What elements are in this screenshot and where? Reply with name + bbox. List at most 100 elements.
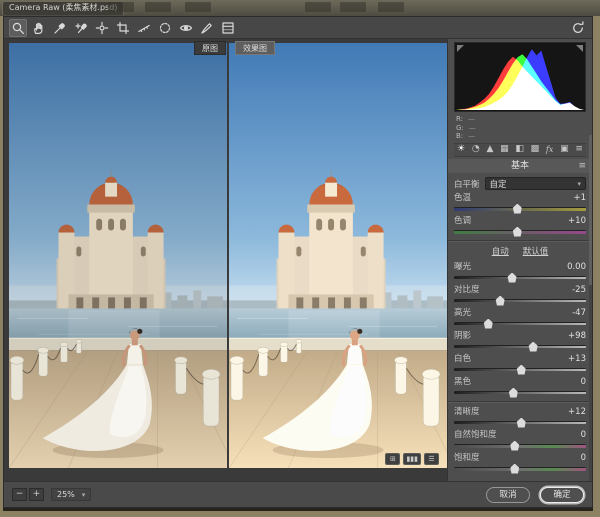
white-balance-value: 自定 (490, 178, 507, 190)
tab-effects-icon[interactable]: fx (546, 143, 553, 156)
tab-hsl-grayscale-icon[interactable]: ▦ (500, 143, 509, 156)
saturation-slider-thumb[interactable] (510, 464, 519, 474)
tab-camera-calibration-icon[interactable]: ▣ (560, 143, 569, 156)
targeted-adjustment-tool[interactable] (93, 19, 111, 37)
tint-label: 色调 (454, 214, 471, 226)
highlights-label: 高光 (454, 306, 471, 318)
auto-link[interactable]: 自动 (492, 245, 509, 257)
panel-menu-icon[interactable]: ≡ (578, 159, 586, 173)
highlights-slider-track[interactable] (454, 322, 586, 325)
panel-scrollbar-thumb[interactable] (589, 135, 592, 285)
saturation-value[interactable]: 0 (581, 453, 586, 463)
straighten-tool[interactable] (135, 19, 153, 37)
preview-menu-button[interactable]: ☰ (424, 453, 439, 465)
contrast-slider-thumb[interactable] (496, 296, 505, 306)
saturation-slider: 饱和度0 (454, 452, 586, 475)
white-balance-row: 白平衡 自定 ▾ (454, 176, 586, 192)
whites-slider-thumb[interactable] (517, 365, 526, 375)
white-balance-tool[interactable] (51, 19, 69, 37)
hand-tool[interactable] (30, 19, 48, 37)
exposure-value[interactable]: 0.00 (567, 262, 586, 272)
adjustment-brush-tool[interactable] (198, 19, 216, 37)
histogram-chart (456, 46, 584, 110)
effect-image (229, 43, 447, 468)
shadows-slider-thumb[interactable] (529, 342, 538, 352)
vibrance-value[interactable]: 0 (581, 430, 586, 440)
white-balance-select[interactable]: 自定 ▾ (485, 177, 586, 190)
background-artifact (305, 2, 331, 12)
tint-slider-thumb[interactable] (513, 227, 522, 237)
zoom-level-select[interactable]: 25% ▾ (51, 488, 91, 501)
tab-split-toning-icon[interactable]: ◧ (515, 143, 524, 156)
temperature-slider-thumb[interactable] (513, 204, 522, 214)
zoom-out-button[interactable]: − (12, 488, 27, 501)
desktop-background: Camera Raw (柔焦素材.psd) (0, 0, 600, 16)
tab-lens-corrections-icon[interactable]: ▩ (531, 143, 540, 156)
vibrance-slider: 自然饱和度0 (454, 429, 586, 452)
default-link[interactable]: 默认值 (523, 245, 549, 257)
zoom-in-button[interactable]: + (29, 488, 44, 501)
tint-value[interactable]: +10 (568, 216, 586, 226)
blacks-value[interactable]: 0 (581, 377, 586, 387)
tab-basic-icon[interactable]: ☀ (457, 143, 465, 156)
exposure-slider-track[interactable] (454, 276, 586, 279)
tint-slider-track[interactable] (454, 230, 586, 234)
crop-tool[interactable] (114, 19, 132, 37)
vibrance-slider-track[interactable] (454, 444, 586, 448)
graduated-filter-tool[interactable] (219, 19, 237, 37)
red-eye-tool[interactable] (177, 19, 195, 37)
effect-image-pane[interactable] (229, 43, 447, 468)
background-artifact (378, 2, 404, 12)
cancel-button[interactable]: 取消 (486, 487, 530, 503)
clarity-slider: 清晰度+12 (454, 406, 586, 429)
channel-label: G: (456, 124, 464, 133)
view-toggle-group: ⊞▮▮▮☰ (385, 453, 439, 465)
contrast-value[interactable]: -25 (572, 285, 586, 295)
exposure-slider-thumb[interactable] (508, 273, 517, 283)
rotate-right-icon[interactable] (569, 19, 587, 37)
chevron-down-icon: ▾ (577, 180, 581, 188)
color-sampler-tool[interactable] (72, 19, 90, 37)
histogram[interactable] (454, 42, 586, 112)
blacks-slider-track[interactable] (454, 391, 586, 394)
temperature-slider-track[interactable] (454, 207, 586, 211)
exposure-label: 曝光 (454, 260, 471, 272)
shadows-value[interactable]: +98 (568, 331, 586, 341)
blacks-slider-thumb[interactable] (509, 388, 518, 398)
before-after-views-button[interactable]: ▮▮▮ (403, 453, 421, 465)
tab-tone-curve-icon[interactable]: ◔ (472, 143, 480, 156)
divider (448, 401, 592, 403)
original-image-pane[interactable] (9, 43, 227, 468)
auto-default-links: 自动 默认值 (454, 245, 586, 257)
contrast-slider-track[interactable] (454, 299, 586, 302)
saturation-slider-track[interactable] (454, 467, 586, 471)
whites-label: 白色 (454, 352, 471, 364)
vibrance-slider-thumb[interactable] (510, 441, 519, 451)
rgb-readout: R:—G:—B:— (454, 113, 586, 143)
highlights-value[interactable]: -47 (572, 308, 586, 318)
clarity-slider-thumb[interactable] (517, 418, 526, 428)
clarity-slider-track[interactable] (454, 421, 586, 424)
cycle-view-button[interactable]: ⊞ (385, 453, 400, 465)
zoom-tool[interactable] (9, 19, 27, 37)
clarity-value[interactable]: +12 (568, 407, 586, 417)
highlights-slider-thumb[interactable] (484, 319, 493, 329)
background-artifact (185, 2, 211, 12)
temperature-value[interactable]: +1 (573, 193, 586, 203)
channel-value: — (468, 132, 475, 141)
exposure-slider: 曝光 0.00 (454, 261, 586, 284)
dialog-shadow (3, 508, 593, 511)
ok-button[interactable]: 确定 (540, 487, 584, 503)
original-image (9, 43, 227, 468)
spot-removal-tool[interactable] (156, 19, 174, 37)
effect-view-button[interactable]: 效果图 (235, 41, 275, 55)
whites-slider-track[interactable] (454, 368, 586, 371)
whites-value[interactable]: +13 (568, 354, 586, 364)
window-title-tab[interactable]: Camera Raw (柔焦素材.psd) (2, 1, 124, 15)
tab-detail-icon[interactable]: ▲ (486, 143, 493, 156)
tab-presets-icon[interactable]: ≡ (575, 143, 583, 156)
original-view-button[interactable]: 原图 (194, 41, 226, 55)
shadows-slider-track[interactable] (454, 345, 586, 348)
chevron-down-icon: ▾ (82, 491, 86, 499)
background-artifact (145, 2, 171, 12)
